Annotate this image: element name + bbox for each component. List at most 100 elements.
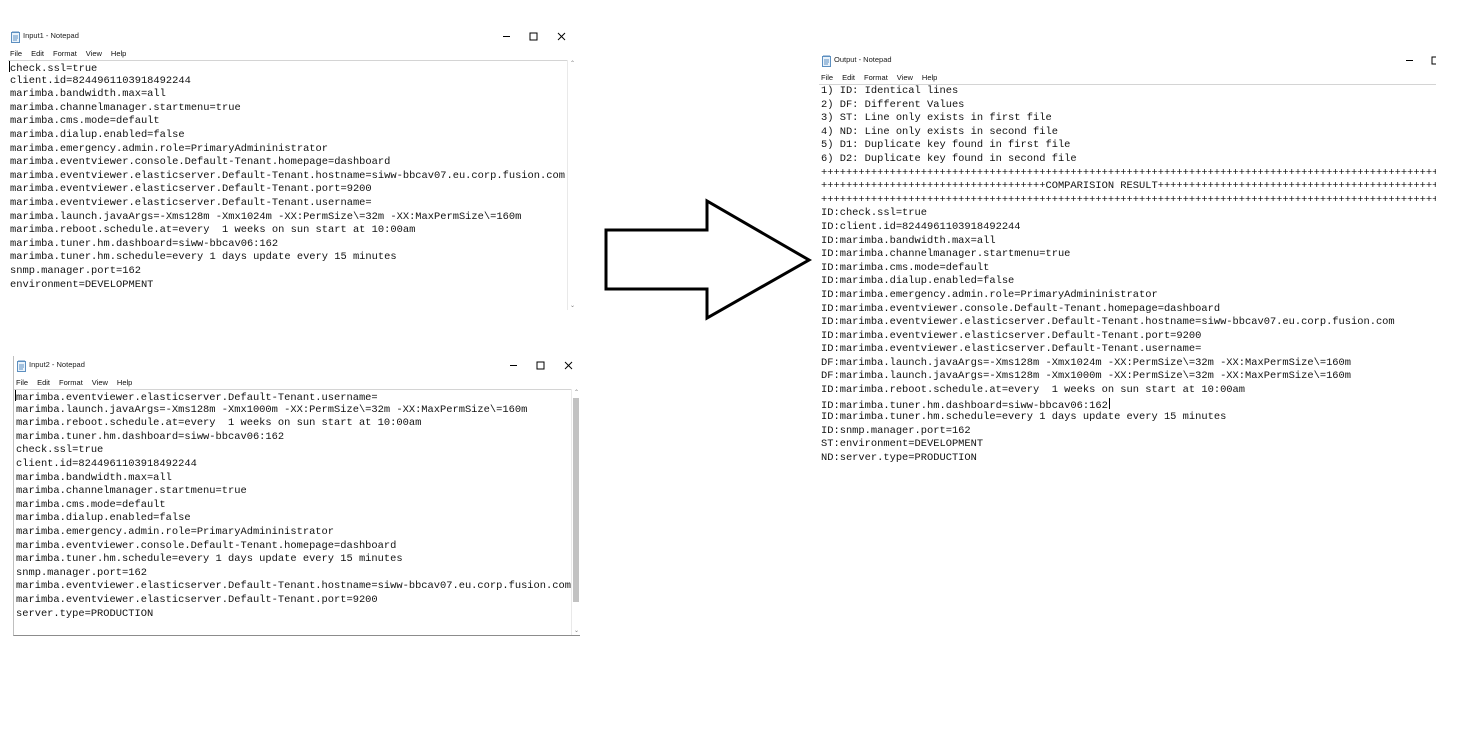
menu-format[interactable]: Format xyxy=(59,376,83,389)
text-line: marimba.tuner.hm.schedule=every 1 days u… xyxy=(16,553,403,566)
text-line: marimba.eventviewer.elasticserver.Defaul… xyxy=(16,580,571,593)
text-line: marimba.tuner.hm.dashboard=siww-bbcav06:… xyxy=(10,237,279,250)
menu-file[interactable]: File xyxy=(821,71,833,84)
text-line: marimba.eventviewer.console.Default-Tena… xyxy=(16,539,397,552)
notepad-icon xyxy=(821,54,832,67)
scroll-thumb[interactable] xyxy=(573,398,579,602)
legend-line: 4) ND: Line only exists in second file xyxy=(821,125,1058,138)
menu-help[interactable]: Help xyxy=(111,47,126,60)
notepad-icon xyxy=(16,359,27,372)
title-bar[interactable]: Output - Notepad xyxy=(819,51,1436,71)
result-line: ID:marimba.eventviewer.console.Default-T… xyxy=(821,302,1221,315)
legend-line: 6) D2: Duplicate key found in second fil… xyxy=(821,152,1077,165)
text-line: marimba.bandwidth.max=all xyxy=(16,471,172,484)
scroll-up-icon[interactable]: ⌃ xyxy=(573,389,580,397)
text-line: marimba.launch.javaArgs=-Xms128m -Xmx102… xyxy=(10,210,522,223)
scroll-down-icon[interactable]: ⌄ xyxy=(573,627,580,635)
minimize-icon xyxy=(1405,59,1413,61)
text-line: marimba.cms.mode=default xyxy=(16,498,166,511)
text-line: marimba.dialup.enabled=false xyxy=(10,128,185,141)
separator-line: ++++++++++++++++++++++++++++++++++++++++… xyxy=(821,166,1436,179)
menu-view[interactable]: View xyxy=(897,71,913,84)
input1-notepad-window: Input1 - Notepad File Edit Format View H… xyxy=(8,27,576,310)
text-line: marimba.eventviewer.elasticserver.Defaul… xyxy=(10,183,372,196)
vertical-scrollbar[interactable]: ⌃ ⌄ xyxy=(567,60,576,310)
menu-file[interactable]: File xyxy=(16,376,28,389)
maximize-icon xyxy=(1431,56,1436,64)
result-line: ID:marimba.reboot.schedule.at=every 1 we… xyxy=(821,384,1246,397)
scroll-down-icon[interactable]: ⌄ xyxy=(569,302,576,310)
result-line: ID:marimba.eventviewer.elasticserver.Def… xyxy=(821,329,1202,342)
right-arrow-icon xyxy=(604,198,813,321)
text-line: marimba.channelmanager.startmenu=true xyxy=(10,101,241,114)
separator-line: ++++++++++++++++++++++++++++++++++++++++… xyxy=(821,193,1436,206)
menu-file[interactable]: File xyxy=(10,47,22,60)
result-line: ID:marimba.tuner.hm.dashboard=siww-bbcav… xyxy=(821,397,1110,412)
maximize-button[interactable] xyxy=(526,29,540,43)
result-line: ID:check.ssl=true xyxy=(821,207,928,220)
close-icon xyxy=(557,32,565,40)
minimize-icon xyxy=(509,364,517,366)
text-line: client.id=8244961103918492244 xyxy=(16,457,197,470)
text-line: marimba.reboot.schedule.at=every 1 weeks… xyxy=(16,417,422,430)
window-title: Output - Notepad xyxy=(834,55,892,64)
minimize-icon xyxy=(502,35,510,37)
result-line: DF:marimba.launch.javaArgs=-Xms128m -Xmx… xyxy=(821,356,1352,369)
menu-help[interactable]: Help xyxy=(117,376,132,389)
text-line: marimba.bandwidth.max=all xyxy=(10,88,166,101)
text-line: marimba.tuner.hm.dashboard=siww-bbcav06:… xyxy=(16,430,285,443)
text-caret xyxy=(1108,397,1110,409)
output-notepad-window: Output - Notepad File Edit Format View H… xyxy=(819,51,1436,481)
result-line: ID:marimba.tuner.hm.schedule=every 1 day… xyxy=(821,411,1227,424)
minimize-button[interactable] xyxy=(499,29,513,43)
text-line: marimba.eventviewer.elasticserver.Defaul… xyxy=(16,593,378,606)
input2-notepad-window: Input2 - Notepad File Edit Format View H… xyxy=(13,356,580,636)
menu-edit[interactable]: Edit xyxy=(31,47,44,60)
menu-edit[interactable]: Edit xyxy=(842,71,855,84)
legend-line: 3) ST: Line only exists in first file xyxy=(821,112,1052,125)
result-line: ID:marimba.cms.mode=default xyxy=(821,261,990,274)
scroll-up-icon[interactable]: ⌃ xyxy=(569,60,576,68)
text-line: snmp.manager.port=162 xyxy=(16,566,147,579)
result-header-line: ++++++++++++++++++++++++++++++++++++COMP… xyxy=(821,180,1436,193)
result-line: ID:marimba.emergency.admin.role=PrimaryA… xyxy=(821,288,1158,301)
text-line: snmp.manager.port=162 xyxy=(10,264,141,277)
text-editor[interactable]: check.ssl=true client.id=824496110391849… xyxy=(8,60,567,310)
text-line: server.type=PRODUCTION xyxy=(16,607,154,620)
menu-format[interactable]: Format xyxy=(53,47,77,60)
menu-format[interactable]: Format xyxy=(864,71,888,84)
text-line: marimba.cms.mode=default xyxy=(10,115,160,128)
minimize-button[interactable] xyxy=(1402,53,1416,67)
result-line: ID:marimba.eventviewer.elasticserver.Def… xyxy=(821,316,1395,329)
title-bar[interactable]: Input1 - Notepad xyxy=(8,27,576,47)
legend-line: 1) ID: Identical lines xyxy=(821,85,959,97)
text-line: marimba.reboot.schedule.at=every 1 weeks… xyxy=(10,224,416,237)
text-line: marimba.channelmanager.startmenu=true xyxy=(16,485,247,498)
menu-help[interactable]: Help xyxy=(922,71,937,84)
maximize-button[interactable] xyxy=(533,358,547,372)
text-line: marimba.emergency.admin.role=PrimaryAdmi… xyxy=(16,525,335,538)
result-line: DF:marimba.launch.javaArgs=-Xms128m -Xmx… xyxy=(821,370,1352,383)
maximize-button[interactable] xyxy=(1428,53,1436,67)
title-bar[interactable]: Input2 - Notepad xyxy=(14,356,580,376)
text-line: client.id=8244961103918492244 xyxy=(10,74,191,87)
notepad-icon xyxy=(10,30,21,43)
text-editor[interactable]: 1) ID: Identical lines 2) DF: Different … xyxy=(819,84,1436,481)
text-editor[interactable]: marimba.eventviewer.elasticserver.Defaul… xyxy=(14,389,571,635)
text-line: check.ssl=true xyxy=(9,61,98,75)
close-icon xyxy=(564,361,572,369)
menu-edit[interactable]: Edit xyxy=(37,376,50,389)
text-line: marimba.launch.javaArgs=-Xms128m -Xmx100… xyxy=(16,403,528,416)
menu-bar: File Edit Format View Help xyxy=(8,47,576,60)
result-line: ID:client.id=8244961103918492244 xyxy=(821,220,1021,233)
minimize-button[interactable] xyxy=(506,358,520,372)
close-button[interactable] xyxy=(561,358,575,372)
menu-view[interactable]: View xyxy=(92,376,108,389)
menu-view[interactable]: View xyxy=(86,47,102,60)
vertical-scrollbar[interactable]: ⌃ ⌄ xyxy=(571,389,580,635)
text-line: marimba.emergency.admin.role=PrimaryAdmi… xyxy=(10,142,329,155)
menu-bar: File Edit Format View Help xyxy=(819,71,1436,84)
close-button[interactable] xyxy=(554,29,568,43)
maximize-icon xyxy=(536,361,544,369)
result-line: ID:marimba.eventviewer.elasticserver.Def… xyxy=(821,343,1202,356)
